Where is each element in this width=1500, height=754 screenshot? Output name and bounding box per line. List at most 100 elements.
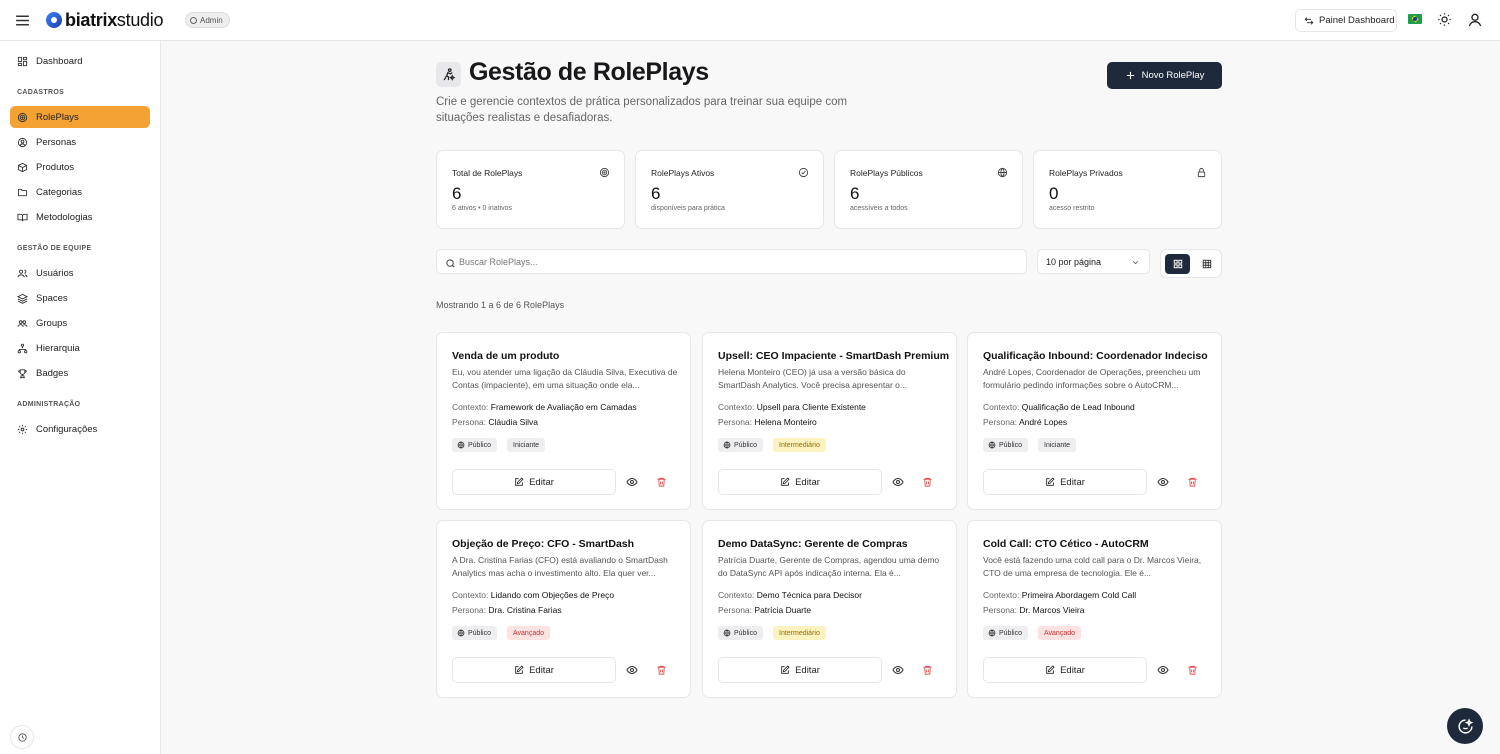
- card-title: Cold Call: CTO Cético - AutoCRM: [983, 538, 1149, 550]
- sidebar: Dashboard CADASTROS RolePlays Personas P…: [0, 41, 161, 754]
- delete-trash-icon[interactable]: [922, 476, 933, 488]
- table-view-button[interactable]: [1194, 254, 1219, 274]
- plus-icon: [1126, 71, 1134, 80]
- card-description: Patrícia Duarte, Gerente de Compras, age…: [718, 555, 940, 578]
- role-badge: Admin: [185, 12, 230, 28]
- sidebar-item-configuracoes[interactable]: Configurações: [10, 418, 150, 440]
- stat-card-publicos: RolePlays Públicos 6 acessíveis a todos: [834, 150, 1023, 229]
- difficulty-badge: Intermediário: [773, 438, 826, 452]
- delete-trash-icon[interactable]: [922, 664, 933, 676]
- card-description: Eu, vou atender uma ligação da Cláudia S…: [452, 367, 678, 390]
- roleplay-card: Objeção de Preço: CFO - SmartDash A Dra.…: [436, 520, 691, 698]
- sidebar-item-produtos[interactable]: Produtos: [10, 156, 150, 178]
- view-eye-icon[interactable]: [892, 664, 904, 676]
- card-context: Contexto: Qualificação de Lead Inbound: [983, 402, 1135, 412]
- card-title: Upsell: CEO Impaciente - SmartDash Premi…: [718, 350, 950, 362]
- sidebar-item-label: Categorias: [36, 186, 82, 198]
- context-value: Demo Técnica para Decisor: [756, 590, 862, 600]
- card-description: André Lopes, Coordenador de Operações, p…: [983, 367, 1201, 390]
- logo-text-bold: biatrix: [65, 9, 117, 30]
- circle-icon: [190, 16, 197, 24]
- sidebar-item-roleplays[interactable]: RolePlays: [10, 106, 150, 128]
- assistant-fab-button[interactable]: [1447, 708, 1483, 744]
- delete-trash-icon[interactable]: [1187, 664, 1198, 676]
- per-page-select[interactable]: 10 por página: [1037, 249, 1150, 274]
- view-toggle: [1160, 249, 1222, 278]
- sun-icon[interactable]: [1437, 12, 1453, 28]
- stat-value: 6: [452, 184, 462, 203]
- context-label: Contexto:: [718, 590, 755, 600]
- page-title: Gestão de RolePlays: [469, 58, 709, 86]
- edit-button[interactable]: Editar: [452, 469, 616, 495]
- roleplay-card: Qualificação Inbound: Coordenador Indeci…: [967, 332, 1222, 510]
- role-badge-label: Admin: [200, 15, 223, 25]
- view-eye-icon[interactable]: [892, 476, 904, 488]
- flag-brazil-icon[interactable]: [1408, 14, 1422, 24]
- edit-button[interactable]: Editar: [452, 657, 616, 683]
- card-persona: Persona: Cláudia Silva: [452, 417, 538, 427]
- groups-icon: [17, 319, 28, 327]
- clock-toggle-button[interactable]: [10, 725, 34, 749]
- sidebar-item-label: Spaces: [36, 292, 68, 304]
- edit-button[interactable]: Editar: [983, 469, 1147, 495]
- edit-icon: [515, 477, 524, 486]
- view-eye-icon[interactable]: [1157, 664, 1169, 676]
- trophy-icon: [18, 368, 27, 378]
- user-icon[interactable]: [1467, 12, 1483, 28]
- stat-card-total: Total de RolePlays 6 6 ativos • 0 inativ…: [436, 150, 625, 229]
- sidebar-item-label: Groups: [36, 317, 68, 329]
- persona-value: André Lopes: [1018, 417, 1068, 427]
- edit-label: Editar: [1060, 476, 1085, 488]
- grid-icon: [17, 56, 28, 66]
- card-description: A Dra. Cristina Farias (CFO) está avalia…: [452, 555, 668, 578]
- edit-icon: [781, 665, 790, 674]
- new-roleplay-button[interactable]: Novo RolePlay: [1107, 62, 1222, 89]
- sidebar-item-spaces[interactable]: Spaces: [10, 287, 150, 309]
- difficulty-badge: Iniciante: [1038, 438, 1077, 452]
- visibility-label: Público: [734, 441, 757, 449]
- sidebar-item-personas[interactable]: Personas: [10, 131, 150, 153]
- persona-value: Dr. Marcos Vieira: [1019, 605, 1085, 615]
- history-icon: [17, 732, 27, 742]
- delete-trash-icon[interactable]: [656, 476, 667, 488]
- roleplay-card: Venda de um produto Eu, vou atender uma …: [436, 332, 691, 510]
- globe-icon: [723, 629, 731, 637]
- context-value: Framework de Avaliação em Camadas: [490, 402, 637, 412]
- check-circle-icon: [798, 167, 809, 178]
- card-persona: Persona: Helena Monteiro: [718, 417, 817, 427]
- search-input[interactable]: [459, 253, 1019, 271]
- card-description: Você está fazendo uma cold call para o D…: [983, 555, 1202, 578]
- sidebar-item-metodologias[interactable]: Metodologias: [10, 206, 150, 228]
- context-label: Contexto:: [452, 402, 489, 412]
- edit-button[interactable]: Editar: [718, 469, 882, 495]
- delete-trash-icon[interactable]: [656, 664, 667, 676]
- card-title: Objeção de Preço: CFO - SmartDash: [452, 538, 635, 550]
- grid-view-button[interactable]: [1165, 254, 1190, 274]
- view-eye-icon[interactable]: [1157, 476, 1169, 488]
- delete-trash-icon[interactable]: [1187, 476, 1198, 488]
- edit-button[interactable]: Editar: [718, 657, 882, 683]
- edit-label: Editar: [529, 476, 554, 488]
- persona-label: Persona:: [718, 417, 753, 427]
- sidebar-item-dashboard[interactable]: Dashboard: [10, 50, 150, 72]
- view-eye-icon[interactable]: [626, 664, 638, 676]
- sidebar-item-categorias[interactable]: Categorias: [10, 181, 150, 203]
- card-context: Contexto: Demo Técnica para Decisor: [718, 590, 862, 600]
- sidebar-item-usuarios[interactable]: Usuários: [10, 262, 150, 284]
- sidebar-item-label: RolePlays: [36, 111, 79, 123]
- gear-icon: [17, 424, 28, 434]
- sidebar-item-badges[interactable]: Badges: [10, 362, 150, 384]
- sidebar-item-groups[interactable]: Groups: [10, 312, 150, 334]
- globe-icon: [988, 629, 996, 637]
- edit-label: Editar: [795, 664, 820, 676]
- difficulty-badge: Iniciante: [507, 438, 546, 452]
- sidebar-item-hierarquia[interactable]: Hierarquia: [10, 337, 150, 359]
- edit-button[interactable]: Editar: [983, 657, 1147, 683]
- view-eye-icon[interactable]: [626, 476, 638, 488]
- logo[interactable]: biatrix studio: [46, 9, 163, 31]
- grid-icon: [1173, 259, 1182, 269]
- menu-icon[interactable]: [14, 12, 31, 29]
- painel-dashboard-button[interactable]: Painel Dashboard: [1295, 9, 1397, 32]
- stat-subtext: 6 ativos • 0 inativos: [452, 205, 513, 212]
- stat-value: 6: [651, 184, 661, 203]
